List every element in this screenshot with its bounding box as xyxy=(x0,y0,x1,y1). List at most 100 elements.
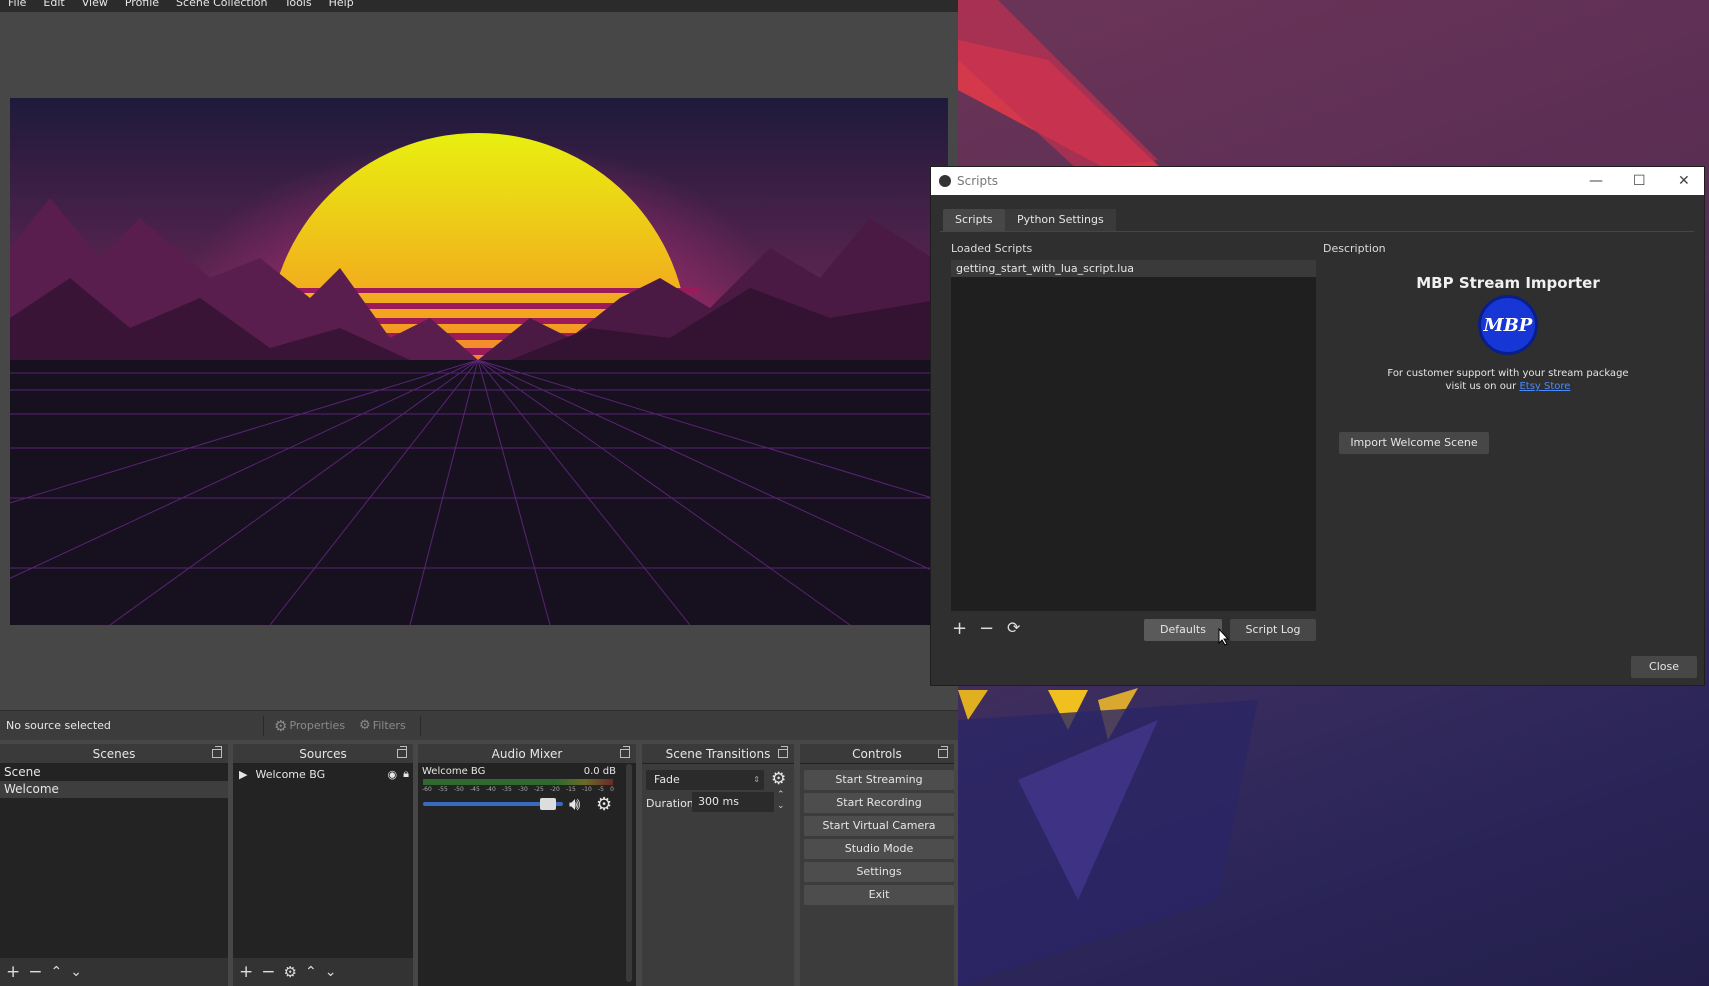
mixer-scrollbar[interactable] xyxy=(626,764,632,982)
undock-icon[interactable] xyxy=(620,746,630,758)
controls-title-label: Controls xyxy=(852,747,902,761)
gear-icon: ⚙ xyxy=(274,716,288,735)
add-icon[interactable]: + xyxy=(239,962,253,982)
transitions-title-label: Scene Transitions xyxy=(665,747,771,761)
meter-scale-tick: -15 xyxy=(566,786,576,793)
remove-icon[interactable]: − xyxy=(261,962,275,982)
transition-select[interactable]: Fade ⇕ xyxy=(646,770,764,790)
script-log-button[interactable]: Script Log xyxy=(1230,619,1316,641)
tab-scripts[interactable]: Scripts xyxy=(943,209,1005,231)
undock-icon[interactable] xyxy=(397,746,407,758)
scenes-list: Scene Welcome + − ⌃ ⌄ xyxy=(0,764,228,986)
gear-icon[interactable]: ⚙ xyxy=(596,794,612,815)
reload-icon[interactable]: ⟳ xyxy=(1007,618,1020,637)
description-line-2-prefix: visit us on our xyxy=(1445,381,1517,392)
meter-scale-tick: -45 xyxy=(470,786,480,793)
start-recording-button[interactable]: Start Recording xyxy=(804,793,954,813)
sources-list: ▶ Welcome BG ◉ 🔒︎ + − ⚙ ⌃ ⌄ xyxy=(233,764,413,986)
menu-tools[interactable]: Tools xyxy=(285,0,312,10)
controls-dock: Controls Start Streaming Start Recording… xyxy=(800,744,954,986)
transitions-title: Scene Transitions xyxy=(642,744,794,764)
source-name: Welcome BG xyxy=(255,767,326,781)
visibility-eye-icon[interactable]: ◉ xyxy=(388,768,398,781)
media-play-icon: ▶ xyxy=(239,767,248,781)
volume-slider-handle[interactable] xyxy=(540,798,556,810)
undock-icon[interactable] xyxy=(778,746,788,758)
menu-edit[interactable]: Edit xyxy=(43,0,64,10)
divider xyxy=(419,715,421,736)
exit-button[interactable]: Exit xyxy=(804,885,954,905)
meter-scale-tick: -60 xyxy=(422,786,432,793)
mixer-title: Audio Mixer xyxy=(418,744,636,764)
lock-icon[interactable]: 🔒︎ xyxy=(403,767,409,781)
undock-icon[interactable] xyxy=(212,746,222,758)
duration-spinner-icon[interactable]: ⌃ ⌄ xyxy=(777,790,785,812)
meter-scale: -60 -55 -50 -45 -40 -35 -30 -25 -20 -15 -10 -5 0 xyxy=(422,786,614,793)
properties-button[interactable]: ⚙ Properties xyxy=(274,717,345,735)
scripts-dialog: Scripts — ☐ ✕ Scripts Python Settings Lo… xyxy=(930,166,1705,686)
start-virtual-camera-button[interactable]: Start Virtual Camera xyxy=(804,816,954,836)
mouse-cursor-icon xyxy=(1218,628,1230,646)
tab-python-settings[interactable]: Python Settings xyxy=(1005,209,1116,231)
sources-dock: Sources ▶ Welcome BG ◉ 🔒︎ + − ⚙ ⌃ ⌄ xyxy=(233,744,413,986)
description-text: For customer support with your stream pa… xyxy=(1323,367,1693,393)
controls-body: Start Streaming Start Recording Start Vi… xyxy=(800,764,954,986)
menu-bar: File Edit View Profile Scene Collection … xyxy=(0,0,958,12)
scene-item[interactable]: Scene xyxy=(0,764,228,781)
move-down-icon[interactable]: ⌄ xyxy=(70,964,82,980)
mixer-channel-name: Welcome BG xyxy=(422,766,486,777)
description-line-1: For customer support with your stream pa… xyxy=(1387,368,1629,379)
menu-scene-collection[interactable]: Scene Collection xyxy=(176,0,267,10)
loaded-script-item[interactable]: getting_start_with_lua_script.lua xyxy=(951,260,1316,277)
level-meter xyxy=(423,779,613,785)
defaults-button[interactable]: Defaults xyxy=(1144,619,1222,641)
move-up-icon[interactable]: ⌃ xyxy=(51,964,63,980)
meter-scale-tick: -10 xyxy=(582,786,592,793)
menu-file[interactable]: File xyxy=(8,0,26,10)
gear-icon[interactable]: ⚙ xyxy=(771,769,786,789)
menu-view[interactable]: View xyxy=(82,0,108,10)
remove-icon[interactable]: − xyxy=(28,962,42,982)
meter-scale-tick: -20 xyxy=(550,786,560,793)
remove-script-icon[interactable]: − xyxy=(979,618,994,639)
scenes-dock: Scenes Scene Welcome + − ⌃ ⌄ xyxy=(0,744,228,986)
import-welcome-scene-button[interactable]: Import Welcome Scene xyxy=(1339,432,1489,454)
logo-text: MBP xyxy=(1483,314,1533,336)
menu-profile[interactable]: Profile xyxy=(125,0,159,10)
settings-button[interactable]: Settings xyxy=(804,862,954,882)
close-button[interactable]: Close xyxy=(1631,656,1697,678)
preview-canvas[interactable] xyxy=(10,98,948,625)
mixer-title-label: Audio Mixer xyxy=(491,747,563,761)
description-line-2: visit us on our Etsy Store xyxy=(1323,380,1693,393)
source-item[interactable]: ▶ Welcome BG ◉ 🔒︎ xyxy=(233,764,413,784)
add-icon[interactable]: + xyxy=(6,962,20,982)
duration-input[interactable]: 300 ms xyxy=(692,792,774,812)
obs-main-window: File Edit View Profile Scene Collection … xyxy=(0,0,958,986)
maximize-icon[interactable]: ☐ xyxy=(1633,173,1646,189)
meter-scale-tick: -40 xyxy=(486,786,496,793)
minimize-icon[interactable]: — xyxy=(1589,173,1603,189)
close-icon[interactable]: ✕ xyxy=(1678,173,1690,189)
meter-scale-tick: 0 xyxy=(610,786,614,793)
menu-help[interactable]: Help xyxy=(329,0,354,10)
etsy-store-link[interactable]: Etsy Store xyxy=(1519,381,1570,392)
transition-select-value: Fade xyxy=(654,773,680,786)
undock-icon[interactable] xyxy=(938,746,948,758)
gear-icon[interactable]: ⚙ xyxy=(284,963,297,981)
filter-icon: ⚙ xyxy=(359,718,371,733)
move-down-icon[interactable]: ⌄ xyxy=(325,964,337,980)
sources-title-label: Sources xyxy=(299,747,347,761)
scene-transitions-dock: Scene Transitions Fade ⇕ ⚙ Duration 300 … xyxy=(642,744,794,986)
scenes-title: Scenes xyxy=(0,744,228,764)
studio-mode-button[interactable]: Studio Mode xyxy=(804,839,954,859)
speaker-icon[interactable]: 🔊︎ xyxy=(569,794,580,815)
add-script-icon[interactable]: + xyxy=(952,618,967,639)
start-streaming-button[interactable]: Start Streaming xyxy=(804,770,954,790)
filters-button[interactable]: ⚙ Filters xyxy=(359,718,406,733)
filters-label: Filters xyxy=(372,719,406,732)
scenes-toolbar: + − ⌃ ⌄ xyxy=(0,958,228,986)
move-up-icon[interactable]: ⌃ xyxy=(305,964,317,980)
mixer-body: Welcome BG 0.0 dB -60 -55 -50 -45 -40 -35 -30-… xyxy=(418,764,636,986)
volume-slider[interactable] xyxy=(423,798,563,810)
scene-item-selected[interactable]: Welcome xyxy=(0,781,228,798)
